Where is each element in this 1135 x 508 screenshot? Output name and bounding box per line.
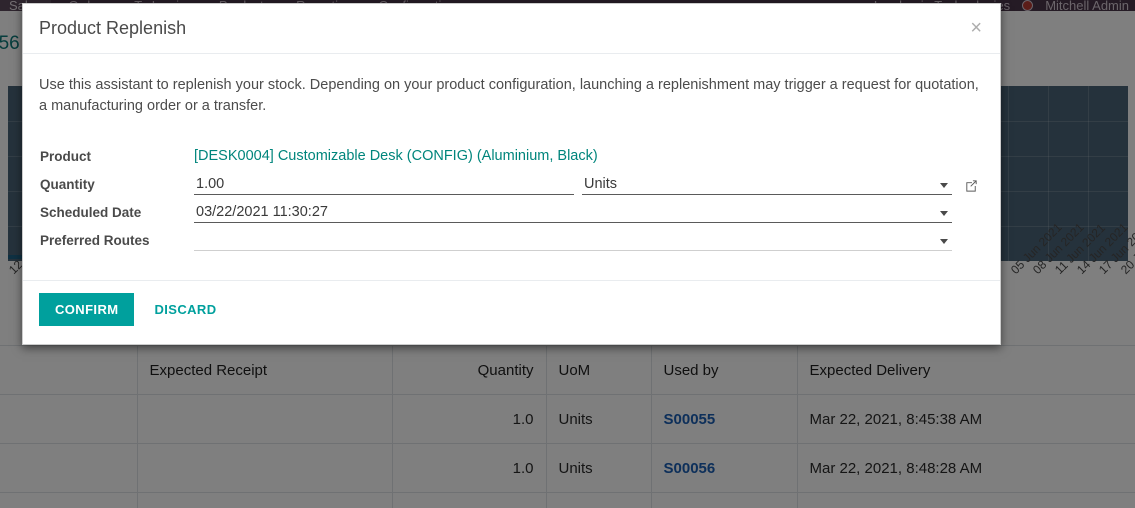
discard-button[interactable]: DISCARD [144,294,226,325]
quantity-uom-group: 1.00 Units [194,173,983,196]
product-replenish-dialog: Product Replenish × Use this assistant t… [22,3,1001,346]
form-row-product: Product [DESK0004] Customizable Desk (CO… [39,144,984,172]
product-link[interactable]: [DESK0004] Customizable Desk (CONFIG) (A… [194,148,598,164]
form-row-scheduled-date: Scheduled Date 03/22/2021 11:30:27 [39,200,984,228]
label-quantity: Quantity [40,176,95,192]
chevron-down-icon [940,183,948,189]
chevron-down-icon [940,239,948,245]
field-scheduled-date: 03/22/2021 11:30:27 [193,200,984,228]
field-preferred-routes [193,228,984,256]
dialog-title: Product Replenish [39,18,187,38]
uom-select[interactable]: Units [582,173,952,196]
dialog-description: Use this assistant to replenish your sto… [39,76,979,115]
scheduled-date-input[interactable]: 03/22/2021 11:30:27 [194,201,952,224]
close-icon[interactable]: × [966,16,986,40]
uom-value: Units [584,175,618,192]
field-quantity-and-uom: 1.00 Units [193,172,984,200]
field-product: [DESK0004] Customizable Desk (CONFIG) (A… [193,144,984,172]
dialog-body: Use this assistant to replenish your sto… [23,54,1000,265]
chevron-down-icon [940,211,948,217]
scheduled-date-value: 03/22/2021 11:30:27 [196,203,328,220]
dialog-footer: CONFIRM DISCARD [23,280,1000,344]
app-root: Sales Orders To Invoice Products Reporti… [0,0,1135,508]
quantity-input[interactable]: 1.00 [194,173,574,196]
external-link-icon[interactable] [964,178,979,193]
form-row-quantity: Quantity 1.00 Units [39,172,984,200]
confirm-button[interactable]: CONFIRM [39,293,135,327]
replenish-form: Product [DESK0004] Customizable Desk (CO… [39,144,984,256]
dialog-header: Product Replenish × [23,4,1000,54]
label-product: Product [40,148,92,164]
preferred-routes-select[interactable] [194,229,952,252]
form-row-preferred-routes: Preferred Routes [39,228,984,256]
label-scheduled-date: Scheduled Date [40,204,142,220]
quantity-value: 1.00 [196,175,225,192]
label-preferred-routes: Preferred Routes [40,232,150,248]
